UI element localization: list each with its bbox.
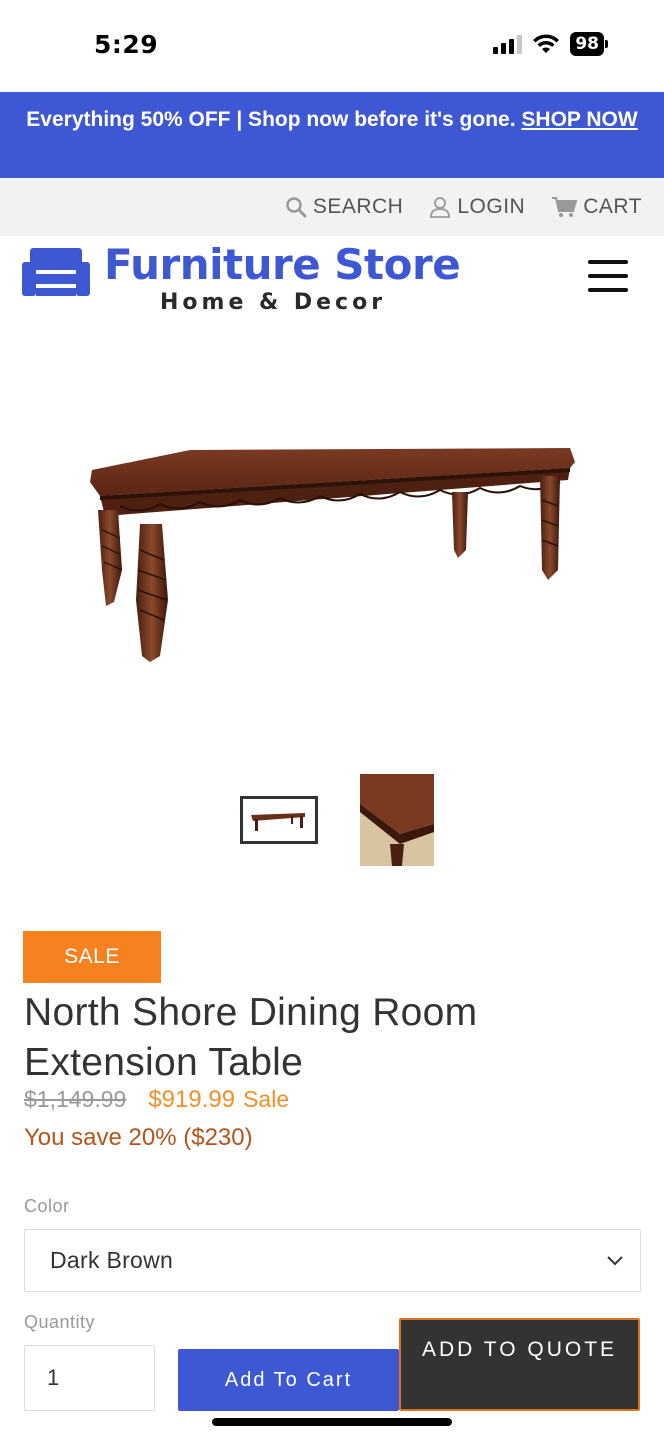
savings-text: You save 20% ($230) [24, 1124, 253, 1151]
home-indicator[interactable] [212, 1418, 452, 1426]
logo-title[interactable]: Furniture Store [104, 240, 461, 289]
color-select[interactable]: Dark Brown [24, 1229, 641, 1292]
thumbnail-1[interactable] [240, 796, 318, 844]
cart-icon [552, 197, 578, 217]
status-bar: 5:29 98 [0, 0, 664, 92]
original-price: $1,149.99 [24, 1086, 127, 1112]
color-select-value: Dark Brown [50, 1247, 174, 1273]
signal-icon [493, 34, 523, 54]
status-time: 5:29 [94, 30, 159, 59]
site-header: Furniture Store Home & Decor [0, 236, 664, 326]
sale-badge: SALE [23, 931, 161, 983]
menu-icon[interactable] [588, 260, 630, 294]
color-label: Color [24, 1196, 70, 1216]
search-icon [286, 197, 307, 218]
search-link[interactable]: SEARCH [285, 195, 404, 219]
battery-level: 98 [570, 32, 604, 56]
announcement-bar: Everything 50% OFF | Shop now before it'… [0, 92, 664, 178]
product-image[interactable] [70, 420, 590, 680]
chevron-down-icon [607, 1255, 623, 1265]
login-link[interactable]: LOGIN [429, 195, 525, 219]
logo-subtitle: Home & Decor [160, 290, 387, 315]
quantity-label: Quantity [24, 1312, 96, 1332]
login-label: LOGIN [457, 195, 526, 218]
thumbnail-2[interactable] [360, 774, 434, 866]
quantity-input[interactable]: 1 [24, 1345, 155, 1411]
utility-nav: SEARCH LOGIN CART [0, 178, 664, 236]
shop-now-link[interactable]: SHOP NOW [521, 108, 637, 131]
add-to-cart-button[interactable]: Add To Cart [178, 1349, 399, 1411]
sale-price: $919.99 [148, 1086, 236, 1113]
price-row: $1,149.99 $919.99 Sale [24, 1086, 289, 1114]
wifi-icon [533, 34, 560, 53]
user-icon [430, 197, 451, 218]
sale-price-label: Sale [243, 1086, 290, 1112]
announcement-text: Everything 50% OFF | Shop now before it'… [26, 108, 516, 131]
add-to-quote-button[interactable]: ADD TO QUOTE [399, 1318, 640, 1411]
product-title: North Shore Dining Room Extension Table [24, 991, 478, 1084]
cart-link[interactable]: CART [551, 195, 642, 219]
search-label: SEARCH [312, 195, 404, 218]
thumbnail-gallery [0, 774, 664, 868]
status-icons: 98 [493, 32, 608, 56]
sofa-logo-icon[interactable] [22, 248, 90, 298]
cart-label: CART [583, 195, 642, 218]
battery-icon: 98 [570, 32, 608, 56]
